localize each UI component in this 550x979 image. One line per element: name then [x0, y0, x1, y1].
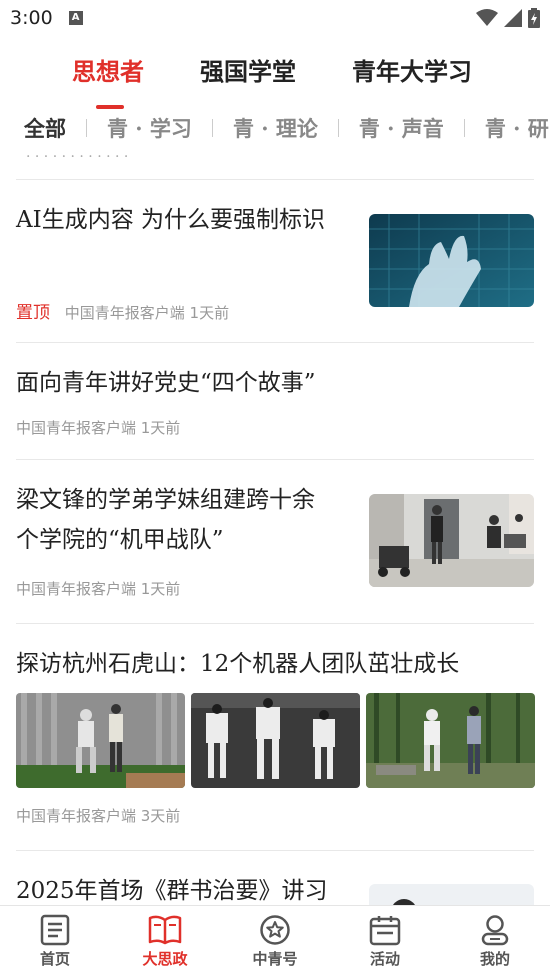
document-icon: [40, 914, 70, 946]
gallery-image: [16, 693, 185, 788]
news-feed[interactable]: · · · · · · · · · · · · AI生成内容 为什么要强制标识 …: [0, 155, 550, 905]
divider: [86, 119, 87, 137]
article-title: 梁文锋的学弟学妹组建跨十余 个学院的“机甲战队”: [16, 480, 356, 560]
sub-tabs: 全部 青 · 学习 青 · 理论 青 · 声音 青 · 研: [0, 102, 550, 154]
tab-thinker[interactable]: 思想者: [72, 52, 144, 109]
signal-icon: [504, 9, 522, 27]
open-book-icon: [148, 915, 182, 945]
nav-label: 中青号: [252, 950, 298, 968]
status-time: 3:00: [10, 7, 53, 29]
bottom-nav: 首页 大思政 中青号 活动 我的: [0, 905, 550, 979]
nav-ideology[interactable]: 大思政: [110, 906, 220, 979]
article-title: 探访杭州石虎山：12个机器人团队茁壮成长: [16, 651, 460, 677]
thumbnail-image: [369, 884, 534, 905]
article-source: 中国青年报客户端 1天前: [64, 304, 230, 322]
article-title-line: 个学院的“机甲战队”: [16, 527, 224, 553]
cut-off-text: · · · · · · · · · · · ·: [26, 155, 129, 165]
gallery-image: [191, 693, 360, 788]
person-icon: [481, 915, 509, 946]
divider: [337, 119, 339, 137]
thumbnail-image: [369, 214, 534, 307]
nav-profile[interactable]: 我的: [440, 906, 550, 979]
nav-label: 我的: [479, 950, 510, 968]
subtab-study[interactable]: 青 · 学习: [107, 113, 192, 143]
nav-activity[interactable]: 活动: [330, 906, 440, 979]
notification-icon: A: [68, 11, 83, 25]
list-item[interactable]: 2025年首场《群书治要》讲习: [16, 851, 534, 905]
nav-home[interactable]: 首页: [0, 906, 110, 979]
nav-label: 首页: [39, 950, 70, 968]
article-meta: 置顶 中国青年报客户端 1天前: [16, 298, 229, 323]
thumbnail-image: [369, 494, 534, 587]
article-source: 中国青年报客户端 1天前: [16, 419, 181, 437]
list-item[interactable]: · · · · · · · · · · · ·: [16, 155, 534, 180]
nav-youth-account[interactable]: 中青号: [220, 906, 330, 979]
article-title: 面向青年讲好党史“四个故事”: [16, 370, 316, 396]
article-source: 中国青年报客户端 1天前: [16, 580, 181, 598]
tab-study-hall[interactable]: 强国学堂: [200, 52, 296, 87]
article-source: 中国青年报客户端 3天前: [16, 807, 181, 825]
image-gallery: [16, 693, 535, 788]
subtab-voice[interactable]: 青 · 声音: [359, 113, 444, 143]
article-title: AI生成内容 为什么要强制标识: [16, 207, 326, 233]
article-title-line: 梁文锋的学弟学妹组建跨十余: [16, 487, 315, 513]
nav-label: 大思政: [142, 950, 188, 968]
subtab-research[interactable]: 青 · 研: [485, 113, 549, 143]
status-bar: 3:00 A: [0, 0, 550, 36]
calendar-icon: [369, 916, 401, 946]
list-item[interactable]: AI生成内容 为什么要强制标识 置顶 中国青年报客户端 1天前: [16, 180, 534, 343]
subtab-all[interactable]: 全部: [24, 113, 66, 143]
list-item[interactable]: 探访杭州石虎山：12个机器人团队茁壮成长 中国青年报客户端 3天前: [16, 624, 535, 851]
wifi-icon: [476, 9, 498, 26]
divider: [463, 119, 465, 137]
top-tabs: 思想者 强国学堂 青年大学习: [0, 36, 550, 109]
divider: [211, 119, 213, 137]
subtab-theory[interactable]: 青 · 理论: [233, 113, 318, 143]
article-title: 2025年首场《群书治要》讲习: [16, 878, 328, 904]
battery-icon: [528, 8, 540, 28]
gallery-image: [366, 693, 535, 788]
status-icons: [476, 8, 540, 28]
list-item[interactable]: 梁文锋的学弟学妹组建跨十余 个学院的“机甲战队” 中国青年报客户端 1天前: [16, 460, 534, 624]
pinned-badge: 置顶: [16, 303, 50, 323]
star-badge-icon: [260, 915, 290, 945]
nav-label: 活动: [369, 950, 400, 968]
list-item[interactable]: 面向青年讲好党史“四个故事” 中国青年报客户端 1天前: [16, 343, 534, 460]
tab-youth-study[interactable]: 青年大学习: [352, 52, 472, 87]
